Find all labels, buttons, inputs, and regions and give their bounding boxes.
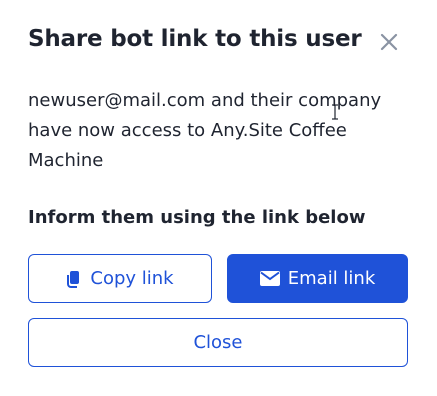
share-bot-link-dialog: Share bot link to this user newuser@mail… [0,0,437,396]
copy-icon [66,270,82,288]
envelope-icon [259,271,280,286]
dialog-title: Share bot link to this user [28,26,362,52]
email-link-button[interactable]: Email link [227,254,408,303]
copy-link-button[interactable]: Copy link [28,254,212,303]
access-message: newuser@mail.com and their company have … [28,90,382,171]
close-button-label: Close [193,332,243,353]
copy-link-label: Copy link [90,268,174,289]
close-icon[interactable] [376,29,402,55]
close-button[interactable]: Close [28,318,408,367]
email-link-label: Email link [287,268,376,289]
text-cursor-icon [332,104,338,120]
inform-heading: Inform them using the link below [28,207,366,228]
